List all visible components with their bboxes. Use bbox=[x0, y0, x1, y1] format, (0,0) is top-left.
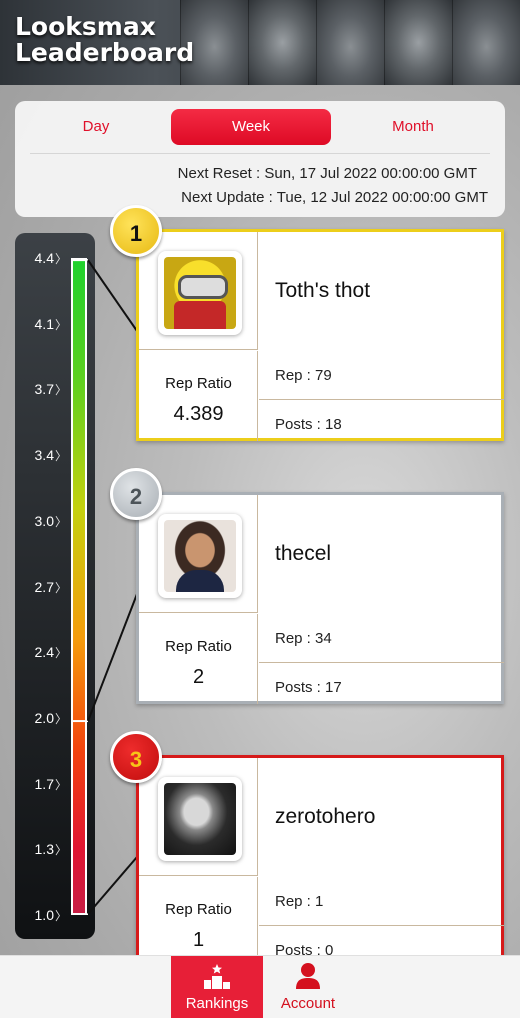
avatar[interactable] bbox=[158, 251, 242, 335]
banner-photo bbox=[452, 0, 520, 85]
app-title-line1: Looksmax bbox=[15, 12, 156, 41]
divider bbox=[259, 662, 504, 663]
avatar[interactable] bbox=[158, 777, 242, 861]
rep-ratio-value: 1 bbox=[192, 929, 205, 951]
divider bbox=[259, 399, 504, 400]
banner-photo bbox=[316, 0, 384, 85]
connector-line bbox=[87, 593, 138, 722]
username[interactable]: thecel bbox=[275, 495, 331, 613]
tab-day[interactable]: Day bbox=[16, 109, 176, 145]
nav-account-label: Account bbox=[280, 995, 336, 1012]
bw-portrait-avatar-icon bbox=[164, 783, 236, 855]
app-header: Looksmax Leaderboard bbox=[0, 0, 520, 85]
scale-tick-label: 3.0〉 bbox=[34, 512, 67, 529]
leaderboard-card-2[interactable]: thecel Rep Ratio 2 Rep : 34 Posts : 17 bbox=[136, 492, 504, 704]
rep-ratio-scale: 4.4〉 4.1〉 3.7〉 3.4〉 3.0〉 2.7〉 2.4〉 2.0〉 1.7〉 1.3〉… bbox=[15, 233, 95, 939]
scale-tick-label: 1.3〉 bbox=[34, 841, 67, 858]
posts-count: Posts : 17 bbox=[275, 679, 342, 696]
rep-ratio-label: Rep Ratio bbox=[165, 901, 232, 918]
connector-line bbox=[87, 856, 138, 915]
minion-avatar-icon bbox=[164, 257, 236, 329]
rep-ratio-cell: Rep Ratio 1 bbox=[139, 877, 258, 967]
tab-week[interactable]: Week bbox=[171, 109, 331, 145]
scale-tick-label: 1.7〉 bbox=[34, 775, 67, 792]
scale-tick-label: 3.4〉 bbox=[34, 447, 67, 464]
username[interactable]: zerotohero bbox=[275, 758, 375, 876]
rep-count: Rep : 1 bbox=[275, 893, 324, 910]
username[interactable]: Toth's thot bbox=[275, 232, 370, 350]
avatar-cell bbox=[139, 758, 258, 876]
rep-ratio-value: 2 bbox=[192, 666, 205, 688]
rep-ratio-label: Rep Ratio bbox=[165, 375, 232, 392]
leaderboard-card-3[interactable]: zerotohero Rep Ratio 1 Rep : 1 Posts : 0 bbox=[136, 755, 504, 967]
tab-month[interactable]: Month bbox=[333, 109, 493, 145]
scale-tick-label: 4.1〉 bbox=[34, 315, 67, 332]
scale-tick-label: 1.0〉 bbox=[34, 907, 67, 923]
divider bbox=[259, 925, 504, 926]
nav-rankings-label: Rankings bbox=[185, 995, 249, 1012]
avatar[interactable] bbox=[158, 514, 242, 598]
banner-photo bbox=[248, 0, 316, 85]
next-reset-text: Next Reset : Sun, 17 Jul 2022 00:00:00 G… bbox=[177, 165, 477, 182]
rep-ratio-value: 4.389 bbox=[173, 403, 224, 425]
nav-rankings[interactable]: Rankings bbox=[171, 956, 263, 1018]
scale-tick-label: 3.7〉 bbox=[34, 381, 67, 398]
connector-line bbox=[87, 259, 138, 332]
avatar-cell bbox=[139, 232, 258, 350]
rank-badge-3: 3 bbox=[110, 731, 162, 783]
period-panel: Day Week Month Next Reset : Sun, 17 Jul … bbox=[15, 101, 505, 217]
person-icon bbox=[296, 963, 320, 989]
scale-tick-label: 2.7〉 bbox=[34, 578, 67, 595]
bottom-nav: Rankings Account bbox=[0, 955, 520, 1018]
scale-tick-label: 2.4〉 bbox=[34, 644, 67, 661]
scale-tick-label: 4.4〉 bbox=[34, 250, 67, 266]
divider bbox=[30, 153, 490, 154]
next-update-text: Next Update : Tue, 12 Jul 2022 00:00:00 … bbox=[181, 189, 488, 206]
rep-count: Rep : 34 bbox=[275, 630, 332, 647]
rank-badge-2: 2 bbox=[110, 468, 162, 520]
posts-count: Posts : 18 bbox=[275, 416, 342, 433]
rep-ratio-cell: Rep Ratio 4.389 bbox=[139, 351, 258, 441]
podium-icon bbox=[204, 964, 230, 989]
man-avatar-icon bbox=[164, 520, 236, 592]
header-banner-photos bbox=[180, 0, 520, 85]
rank-badge-1: 1 bbox=[110, 205, 162, 257]
app-title: Looksmax Leaderboard bbox=[15, 14, 194, 66]
avatar-cell bbox=[139, 495, 258, 613]
rep-ratio-cell: Rep Ratio 2 bbox=[139, 614, 258, 704]
app-title-line2: Leaderboard bbox=[15, 38, 195, 67]
scale-tick-label: 2.0〉 bbox=[34, 709, 67, 726]
leaderboard-card-1[interactable]: Toth's thot Rep Ratio 4.389 Rep : 79 Pos… bbox=[136, 229, 504, 441]
rep-count: Rep : 79 bbox=[275, 367, 332, 384]
nav-account[interactable]: Account bbox=[262, 956, 354, 1018]
banner-photo bbox=[384, 0, 452, 85]
scale-gradient-bar bbox=[71, 258, 87, 915]
period-tabs: Day Week Month bbox=[15, 101, 505, 153]
rep-ratio-label: Rep Ratio bbox=[165, 638, 232, 655]
